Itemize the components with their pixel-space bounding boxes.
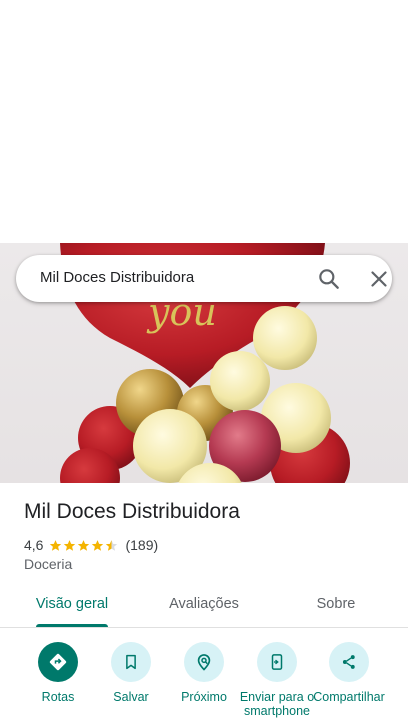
star-rating: [49, 539, 119, 552]
star-icon: [64, 539, 76, 551]
send-to-phone-icon: [257, 642, 297, 682]
save-label: Salvar: [113, 690, 149, 704]
bookmark-icon: [111, 642, 151, 682]
search-input[interactable]: Mil Doces Distribuidora: [40, 269, 194, 286]
tab-overview[interactable]: Visão geral: [24, 596, 120, 612]
send-to-phone-label: Enviar para o smartphone: [239, 690, 315, 718]
tab-reviews[interactable]: Avaliações: [156, 596, 252, 612]
rating-value: 4,6: [24, 537, 44, 553]
save-button[interactable]: Salvar: [91, 642, 171, 718]
search-icon[interactable]: [316, 266, 342, 292]
star-icon: [50, 539, 62, 551]
directions-button[interactable]: Rotas: [18, 642, 98, 718]
nearby-button[interactable]: Próximo: [164, 642, 244, 718]
tab-about[interactable]: Sobre: [288, 596, 384, 612]
directions-icon: [38, 642, 78, 682]
place-category[interactable]: Doceria: [24, 556, 72, 572]
star-icon: [92, 539, 104, 551]
star-icon: [78, 539, 90, 551]
close-icon[interactable]: [366, 266, 392, 292]
share-label: Compartilhar: [313, 690, 385, 704]
search-bar[interactable]: Mil Doces Distribuidora: [16, 255, 392, 302]
star-half-icon: [106, 539, 118, 551]
send-to-phone-button[interactable]: Enviar para o smartphone: [237, 642, 317, 718]
nearby-icon: [184, 642, 224, 682]
share-icon: [329, 642, 369, 682]
rating-row[interactable]: 4,6 (189): [24, 536, 158, 554]
map-blank-area: [0, 0, 408, 243]
place-title: Mil Doces Distribuidora: [24, 500, 240, 523]
directions-label: Rotas: [41, 690, 75, 704]
review-count: (189): [125, 537, 159, 553]
tabs-divider: [0, 627, 408, 628]
nearby-label: Próximo: [181, 690, 227, 704]
share-button[interactable]: Compartilhar: [309, 642, 389, 718]
